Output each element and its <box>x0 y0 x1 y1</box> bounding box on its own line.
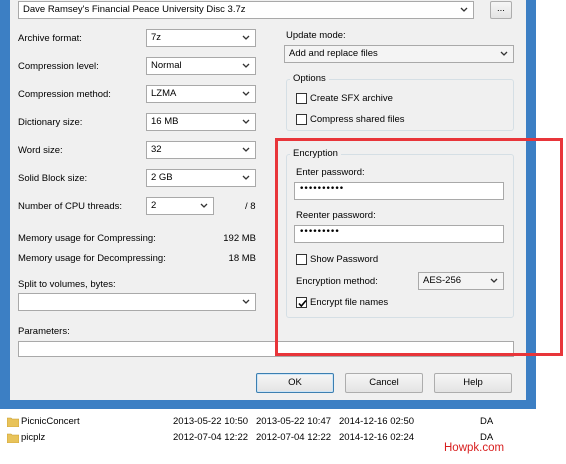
memory-compress-value: 192 MB <box>223 233 256 244</box>
memory-decompress-label: Memory usage for Decompressing: <box>18 253 166 264</box>
cpu-threads-max: / 8 <box>245 201 256 212</box>
chevron-down-icon <box>500 51 508 56</box>
file-accessed: 2014-12-16 02:50 <box>339 416 415 427</box>
solid-block-size-value: 2 GB <box>151 172 173 183</box>
compression-level-label: Compression level: <box>18 61 99 72</box>
chevron-down-icon <box>242 35 250 40</box>
compress-shared-checkbox[interactable] <box>296 114 307 125</box>
word-size-label: Word size: <box>18 145 63 156</box>
parameters-field[interactable] <box>18 341 514 357</box>
chevron-down-icon <box>242 175 250 180</box>
archive-format-select[interactable]: 7z <box>146 29 256 47</box>
encryption-method-value: AES-256 <box>423 275 462 286</box>
update-mode-value: Add and replace files <box>289 48 378 59</box>
ok-button[interactable]: OK <box>256 373 334 393</box>
help-button[interactable]: Help <box>434 373 512 393</box>
compression-method-label: Compression method: <box>18 89 111 100</box>
reenter-password-label: Reenter password: <box>296 210 376 221</box>
file-name: PicnicConcert <box>21 416 80 427</box>
cpu-threads-label: Number of CPU threads: <box>18 201 123 212</box>
archive-format-value: 7z <box>151 32 162 43</box>
chevron-down-icon <box>200 203 208 208</box>
file-created: 2013-05-22 10:47 <box>256 416 332 427</box>
encrypt-names-checkbox[interactable] <box>296 297 307 308</box>
archive-format-label: Archive format: <box>18 33 82 44</box>
archive-path-combobox[interactable]: Dave Ramsey's Financial Peace University… <box>18 1 474 19</box>
solid-block-size-label: Solid Block size: <box>18 173 88 184</box>
chevron-down-icon <box>242 147 250 152</box>
chevron-down-icon[interactable] <box>458 4 470 16</box>
create-sfx-checkbox[interactable] <box>296 93 307 104</box>
file-modified: 2012-07-04 12:22 <box>173 432 249 443</box>
compression-method-value: LZMA <box>151 88 177 99</box>
browse-button[interactable]: ... <box>490 1 512 19</box>
update-mode-select[interactable]: Add and replace files <box>284 45 514 63</box>
dictionary-size-select[interactable]: 16 MB <box>146 113 256 131</box>
encrypt-names-label: Encrypt file names <box>310 297 389 308</box>
show-password-label: Show Password <box>310 254 379 265</box>
file-created: 2012-07-04 12:22 <box>256 432 332 443</box>
chevron-down-icon <box>242 299 250 304</box>
reenter-password-field[interactable]: ••••••••• <box>294 225 504 243</box>
memory-decompress-value: 18 MB <box>228 253 256 264</box>
parameters-label: Parameters: <box>18 326 70 337</box>
file-modified: 2013-05-22 10:50 <box>173 416 249 427</box>
cancel-button[interactable]: Cancel <box>345 373 423 393</box>
show-password-checkbox[interactable] <box>296 254 307 265</box>
chevron-down-icon <box>242 119 250 124</box>
compression-level-value: Normal <box>151 60 182 71</box>
create-sfx-label: Create SFX archive <box>310 93 393 104</box>
checkmark-icon <box>298 299 307 308</box>
folder-icon <box>7 417 19 427</box>
folder-icon <box>7 433 19 443</box>
encryption-title: Encryption <box>290 148 341 159</box>
enter-password-field[interactable]: •••••••••• <box>294 182 504 200</box>
cpu-threads-value: 2 <box>151 200 157 211</box>
split-volumes-combobox[interactable] <box>18 293 256 311</box>
watermark: Howpk.com <box>444 442 505 454</box>
file-accessed: 2014-12-16 02:24 <box>339 432 415 443</box>
word-size-select[interactable]: 32 <box>146 141 256 159</box>
chevron-down-icon <box>242 63 250 68</box>
update-mode-label: Update mode: <box>286 30 346 41</box>
split-volumes-label: Split to volumes, bytes: <box>18 279 116 290</box>
file-name: picplz <box>21 432 46 443</box>
compression-method-select[interactable]: LZMA <box>146 85 256 103</box>
solid-block-size-select[interactable]: 2 GB <box>146 169 256 187</box>
enter-password-label: Enter password: <box>296 167 365 178</box>
memory-compress-label: Memory usage for Compressing: <box>18 233 156 244</box>
cpu-threads-select[interactable]: 2 <box>146 197 214 215</box>
encryption-method-label: Encryption method: <box>296 276 378 287</box>
chevron-down-icon <box>242 91 250 96</box>
file-attributes: DA <box>480 416 494 427</box>
compress-shared-label: Compress shared files <box>310 114 405 125</box>
dictionary-size-label: Dictionary size: <box>18 117 83 128</box>
add-to-archive-dialog: Dave Ramsey's Financial Peace University… <box>10 0 526 400</box>
word-size-value: 32 <box>151 144 162 155</box>
archive-path-value: Dave Ramsey's Financial Peace University… <box>23 4 246 15</box>
compression-level-select[interactable]: Normal <box>146 57 256 75</box>
options-title: Options <box>290 73 329 84</box>
chevron-down-icon <box>490 278 498 283</box>
encryption-method-select[interactable]: AES-256 <box>418 272 504 290</box>
dictionary-size-value: 16 MB <box>151 116 179 127</box>
